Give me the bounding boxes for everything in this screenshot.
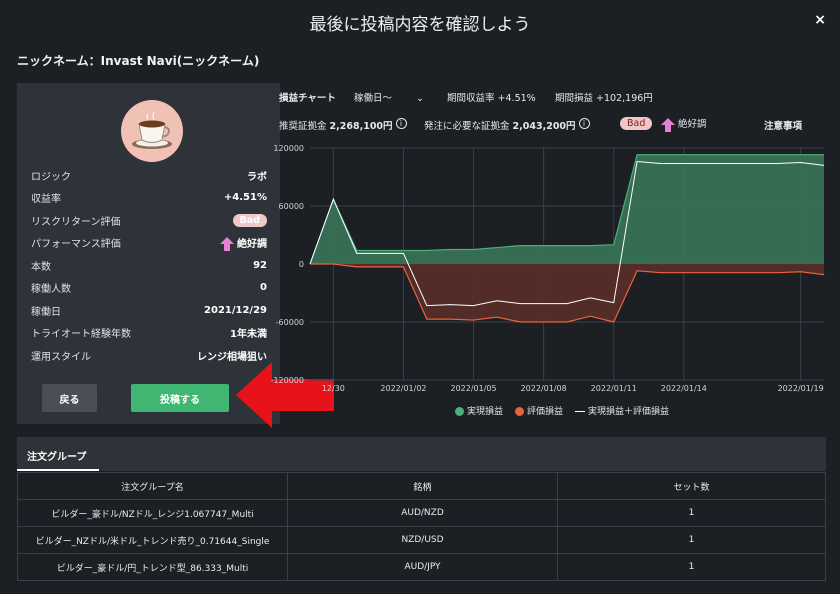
status-badge: Bad — [232, 213, 267, 227]
close-icon[interactable]: × — [814, 12, 826, 28]
table-cell: 1 — [557, 553, 826, 581]
row-label: 稼働人数 — [31, 284, 71, 296]
tab-order-groups[interactable]: 注文グループ — [17, 437, 99, 471]
post-button[interactable]: 投稿する — [131, 384, 229, 412]
period-pl: 期間損益 +102,196円 — [555, 93, 653, 104]
arrow-up-icon — [661, 117, 675, 132]
chart-legend: 実現損益 評価損益 実現損益＋評価損益 — [455, 404, 669, 417]
arrow-up-icon — [220, 236, 234, 251]
y-tick-label: 60000 — [279, 202, 304, 211]
table-row: ビルダー_豪ドル/円_トレンド型_86.333_Multi AUD/JPY 1 — [17, 553, 826, 581]
column-header: 銘柄 — [287, 472, 558, 500]
x-tick-label: 2022/01/11 — [591, 384, 637, 393]
performance-value: 絶好調 — [237, 238, 267, 250]
y-tick-label: -60000 — [276, 318, 304, 327]
post-confirm-modal: 最後に投稿内容を確認しよう × ニックネーム：Invast Navi(ニックネー… — [0, 0, 840, 594]
table-row: ビルダー_豪ドル/NZドル_レンジ1.067747_Multi AUD/NZD … — [17, 499, 826, 527]
row-value: レンジ相場狙い — [197, 351, 267, 363]
performance-indicator: 絶好調 — [661, 116, 707, 132]
row-label: 運用スタイル — [31, 351, 91, 363]
recommended-margin: 推奨証拠金 2,268,100円 i — [279, 118, 407, 132]
row-start-date: 稼働日 2021/12/29 — [31, 299, 267, 322]
legend-realized: 実現損益 — [455, 404, 503, 417]
pl-chart: 120000 60000 0 -60000 -120000 12/30 2022/01/02… — [271, 144, 825, 393]
row-value: 2021/12/29 — [204, 304, 267, 316]
x-tick-label: 12/30 — [322, 384, 345, 393]
table-cell: NZD/USD — [287, 526, 558, 554]
info-icon[interactable]: i — [395, 118, 407, 129]
modal-title: 最後に投稿内容を確認しよう — [309, 15, 531, 35]
table-cell: ビルダー_豪ドル/NZドル_レンジ1.067747_Multi — [17, 499, 288, 527]
row-label: リスクリターン評価 — [31, 216, 121, 228]
row-label: ロジック — [31, 171, 71, 183]
row-experience: トライオート経験年数 1年未満 — [31, 322, 267, 345]
legend-unrealized: 評価損益 — [515, 404, 563, 417]
row-value: +4.51% — [223, 192, 267, 204]
row-count: 本数 92 — [31, 254, 267, 277]
row-logic: ロジック ラボ — [31, 164, 267, 187]
column-header: 注文グループ名 — [17, 472, 288, 500]
row-value: 1年未満 — [230, 329, 267, 341]
nickname-label: ニックネーム：Invast Navi(ニックネーム) — [17, 54, 260, 68]
y-tick-label: 120000 — [273, 144, 304, 153]
chart-label: 損益チャート — [279, 93, 336, 104]
row-value: ラボ — [247, 171, 267, 183]
row-label: パフォーマンス評価 — [31, 239, 121, 251]
table-header-row: 注文グループ名 銘柄 セット数 — [17, 472, 826, 500]
tab-bar: 注文グループ — [17, 437, 826, 471]
period-return: 期間収益率 +4.51% — [447, 93, 536, 104]
x-tick-label: 2022/01/05 — [450, 384, 496, 393]
x-tick-label: 2022/01/14 — [661, 384, 707, 393]
row-value: 0 — [260, 282, 267, 294]
x-tick-label: 2022/01/19 — [778, 384, 824, 393]
coffee-cup-icon — [121, 100, 183, 162]
row-value: 絶好調 — [220, 235, 267, 251]
x-tick-label: 2022/01/08 — [521, 384, 567, 393]
chevron-down-icon: ⌄ — [416, 93, 424, 104]
x-tick-label: 2022/01/02 — [380, 384, 426, 393]
row-label: 収益率 — [31, 194, 61, 206]
row-performance: パフォーマンス評価 絶好調 — [31, 232, 267, 255]
strategy-info-list: ロジック ラボ 収益率 +4.51% リスクリターン評価 Bad パフォーマンス… — [31, 164, 267, 367]
table-cell: AUD/JPY — [287, 553, 558, 581]
risk-badge: Bad — [620, 117, 653, 130]
row-return-rate: 収益率 +4.51% — [31, 187, 267, 210]
row-label: 稼働日 — [31, 306, 61, 318]
realized-area — [310, 154, 824, 264]
notes-link[interactable]: 注意事項 — [764, 118, 802, 132]
info-icon[interactable]: i — [578, 118, 590, 129]
row-value: 92 — [253, 259, 267, 271]
order-group-table: 注文グループ名 銘柄 セット数 ビルダー_豪ドル/NZドル_レンジ1.06774… — [17, 472, 826, 581]
period-select[interactable]: 稼働日〜 ⌄ — [354, 90, 424, 104]
row-risk-return: リスクリターン評価 Bad — [31, 209, 267, 232]
y-tick-label: -120000 — [271, 376, 304, 385]
column-header: セット数 — [557, 472, 826, 500]
table-cell: AUD/NZD — [287, 499, 558, 527]
table-row: ビルダー_NZドル/米ドル_トレンド売り_0.71644_Single NZD/… — [17, 526, 826, 554]
table-cell: 1 — [557, 499, 826, 527]
table-cell: 1 — [557, 526, 826, 554]
order-margin: 発注に必要な証拠金 2,043,200円 i — [424, 118, 590, 132]
row-style: 運用スタイル レンジ相場狙い — [31, 344, 267, 367]
row-label: トライオート経験年数 — [31, 329, 131, 341]
row-active-users: 稼働人数 0 — [31, 277, 267, 300]
legend-total: 実現損益＋評価損益 — [575, 404, 669, 417]
table-cell: ビルダー_豪ドル/円_トレンド型_86.333_Multi — [17, 553, 288, 581]
back-button[interactable]: 戻る — [42, 384, 97, 412]
y-tick-label: 0 — [299, 260, 304, 269]
table-cell: ビルダー_NZドル/米ドル_トレンド売り_0.71644_Single — [17, 526, 288, 554]
row-label: 本数 — [31, 261, 51, 273]
